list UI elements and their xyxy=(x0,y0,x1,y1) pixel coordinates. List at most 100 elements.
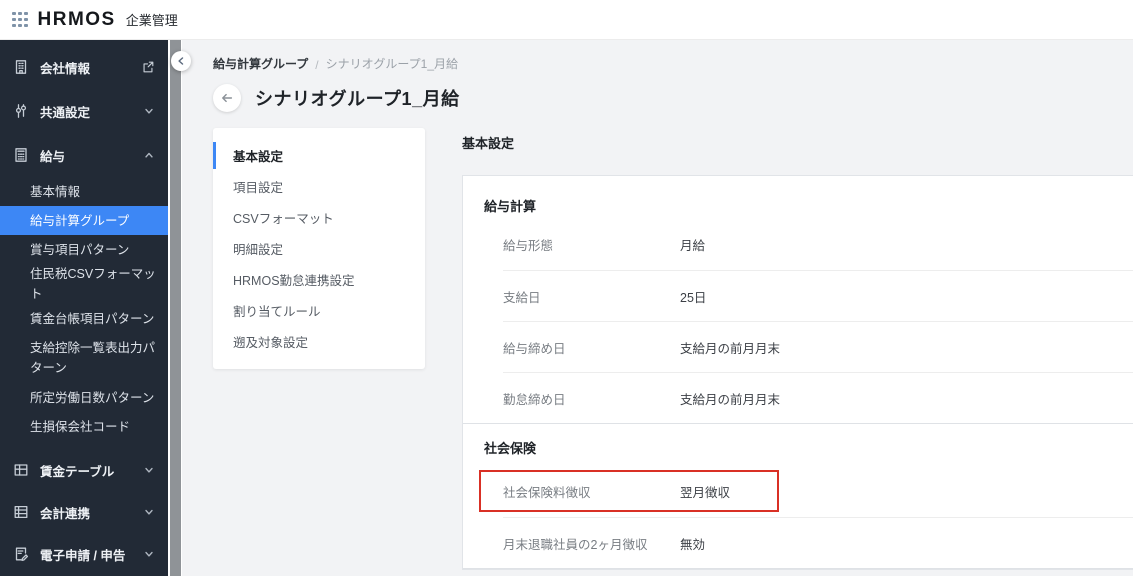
chevron-left-icon xyxy=(178,57,184,65)
detail-row-pay-day: 支給日 25日 xyxy=(503,270,1133,321)
sidebar-subitem-label: 給与計算グループ xyxy=(30,213,130,228)
content-area: 給与計算グループ / シナリオグループ1_月給 シナリオグループ1_月給 基本設… xyxy=(182,40,1133,576)
row-label: 社会保険料徴収 xyxy=(503,486,591,500)
settings-detail-card: 給与計算 給与形態 月給 支給日 25日 給与締め日 支給月の前月月末 勤怠締め… xyxy=(462,175,1133,570)
sidebar-subitem-label: 生損保会社コード xyxy=(30,419,131,434)
tab-assignment-rules[interactable]: 割り当てルール xyxy=(213,295,425,326)
sidebar-item-label: 会計連携 xyxy=(40,506,91,521)
title-row: シナリオグループ1_月給 xyxy=(213,84,1133,112)
app-grid-icon[interactable] xyxy=(12,11,28,28)
building-icon xyxy=(13,59,30,76)
detail-row-attendance-cutoff: 勤怠締め日 支給月の前月月末 xyxy=(503,372,1133,423)
external-link-icon xyxy=(141,60,155,74)
sidebar-subitem-basic-info[interactable]: 基本情報 xyxy=(0,177,168,206)
active-tab-indicator xyxy=(213,142,216,169)
chevron-down-icon xyxy=(143,548,155,560)
tab-csv-format[interactable]: CSVフォーマット xyxy=(213,202,425,233)
row-value: 25日 xyxy=(680,290,707,305)
table-icon xyxy=(13,462,30,479)
breadcrumb-current: シナリオグループ1_月給 xyxy=(325,57,459,71)
ledger-icon xyxy=(13,504,30,521)
sidebar-subitem-label: 所定労働日数パターン xyxy=(30,390,155,405)
detail-row-two-month-collection: 月末退職社員の2ヶ月徴収 無効 xyxy=(503,517,1133,568)
row-label: 給与締め日 xyxy=(503,341,566,356)
row-value: 翌月徴収 xyxy=(680,486,731,500)
sidebar-item-label: 給与 xyxy=(40,149,66,164)
top-header: HRMOS 企業管理 xyxy=(0,0,1133,40)
scrollbar-thumb[interactable] xyxy=(170,40,181,576)
social-insurance-rows: 社会保険料徴収 翌月徴収 月末退職社員の2ヶ月徴収 無効 xyxy=(479,466,1133,568)
hrmos-logo[interactable]: HRMOS xyxy=(38,9,116,31)
subnav-label: HRMOS勤怠連携設定 xyxy=(233,274,355,288)
tab-hrmos-attendance-link[interactable]: HRMOS勤怠連携設定 xyxy=(213,264,425,295)
sidebar-item-label: 会社情報 xyxy=(40,61,91,76)
breadcrumb-separator: / xyxy=(315,58,319,72)
arrow-left-icon xyxy=(222,93,233,103)
sidebar-subitem-resident-tax-csv[interactable]: 住民税CSVフォーマット xyxy=(0,264,168,304)
section-title-payroll-calc: 給与計算 xyxy=(484,199,537,214)
breadcrumb: 給与計算グループ / シナリオグループ1_月給 xyxy=(213,40,1133,72)
row-value: 月給 xyxy=(680,239,706,253)
sidebar-item-company-info[interactable]: 会社情報 xyxy=(0,45,168,89)
tab-item-settings[interactable]: 項目設定 xyxy=(213,171,425,202)
sidebar-subitem-wage-ledger-pattern[interactable]: 賃金台帳項目パターン xyxy=(0,304,168,333)
section-divider xyxy=(463,423,1133,424)
sidebar-item-e-application[interactable]: 電子申請 / 申告 xyxy=(0,533,168,575)
breadcrumb-parent-link[interactable]: 給与計算グループ xyxy=(213,55,308,72)
row-value: 支給月の前月月末 xyxy=(680,392,781,407)
content-scrollbar xyxy=(168,40,182,576)
body-row: 会社情報 共通設定 給与 基本情報 給与計算グループ 賞与項目パターン 住民税C… xyxy=(0,40,1133,576)
row-label: 勤怠締め日 xyxy=(503,392,566,407)
main-panel: 基本設定 給与計算 給与形態 月給 支給日 25日 給与締め日 支給月の前月月末… xyxy=(462,128,1133,570)
payroll-calc-rows: 給与形態 月給 支給日 25日 給与締め日 支給月の前月月末 勤怠締め日 支給月… xyxy=(503,219,1133,423)
sidebar-subitem-label: 基本情報 xyxy=(30,184,81,199)
subnav-label: CSVフォーマット xyxy=(233,212,334,226)
sidebar-subitem-label: 賞与項目パターン xyxy=(30,242,130,257)
row-value: 無効 xyxy=(680,537,706,552)
sidebar-subitem-payment-deduction-list[interactable]: 支給控除一覧表出力パターン xyxy=(0,333,168,383)
sidebar-subitem-label: 支給控除一覧表出力パターン xyxy=(30,341,156,375)
subnav-label: 項目設定 xyxy=(233,181,284,195)
app-window: HRMOS 企業管理 会社情報 共通設定 給与 基本情報 給与計算グループ 賞与… xyxy=(0,0,1133,576)
subnav-label: 遡及対象設定 xyxy=(233,336,309,350)
sidebar-subitem-bonus-item-pattern[interactable]: 賞与項目パターン xyxy=(0,235,168,264)
sidebar-item-wage-table[interactable]: 賃金テーブル xyxy=(0,449,168,491)
detail-row-payroll-cutoff: 給与締め日 支給月の前月月末 xyxy=(503,321,1133,372)
sidebar: 会社情報 共通設定 給与 基本情報 給与計算グループ 賞与項目パターン 住民税C… xyxy=(0,40,168,576)
sidebar-item-label: 電子申請 / 申告 xyxy=(40,548,126,563)
sidebar-subitem-label: 賃金台帳項目パターン xyxy=(30,311,155,326)
back-button[interactable] xyxy=(213,84,241,112)
content-columns: 基本設定 項目設定 CSVフォーマット 明細設定 HRMOS勤怠連携設定 割り当… xyxy=(213,128,1133,570)
section-title-social-insurance: 社会保険 xyxy=(484,441,537,456)
tab-retroactive-settings[interactable]: 遡及対象設定 xyxy=(213,326,425,357)
sidebar-item-label: 共通設定 xyxy=(40,105,91,120)
subnav-label: 明細設定 xyxy=(233,243,284,257)
sidebar-subitem-insurance-company-code[interactable]: 生損保会社コード xyxy=(0,412,168,441)
detail-row-pay-type: 給与形態 月給 xyxy=(503,219,1133,270)
row-value: 支給月の前月月末 xyxy=(680,341,781,356)
row-label: 支給日 xyxy=(503,290,541,305)
detail-row-insurance-collection: 社会保険料徴収 翌月徴収 xyxy=(479,466,1133,517)
subnav-label: 基本設定 xyxy=(233,150,284,164)
sidebar-subitem-payroll-calc-group[interactable]: 給与計算グループ xyxy=(0,206,168,235)
tab-basic-settings[interactable]: 基本設定 xyxy=(213,140,425,171)
chevron-down-icon xyxy=(143,105,155,117)
chevron-up-icon xyxy=(143,149,155,161)
sidebar-item-common-settings[interactable]: 共通設定 xyxy=(0,89,168,133)
chevron-down-icon xyxy=(143,464,155,476)
sidebar-item-payroll[interactable]: 給与 xyxy=(0,133,168,177)
app-label: 企業管理 xyxy=(125,13,178,28)
row-label: 給与形態 xyxy=(503,239,554,253)
panel-heading: 基本設定 xyxy=(462,136,515,151)
sidebar-collapse-button[interactable] xyxy=(171,51,191,71)
sidebar-subitem-working-days-pattern[interactable]: 所定労働日数パターン xyxy=(0,383,168,412)
page-title: シナリオグループ1_月給 xyxy=(255,89,460,109)
sidebar-subitem-label: 住民税CSVフォーマット xyxy=(30,267,156,301)
sidebar-item-accounting-link[interactable]: 会計連携 xyxy=(0,491,168,533)
settings-subnav: 基本設定 項目設定 CSVフォーマット 明細設定 HRMOS勤怠連携設定 割り当… xyxy=(213,128,425,369)
document-pen-icon xyxy=(13,546,30,563)
sliders-icon xyxy=(13,103,30,120)
subnav-label: 割り当てルール xyxy=(233,305,321,319)
sidebar-item-label: 賃金テーブル xyxy=(40,464,115,479)
tab-statement-settings[interactable]: 明細設定 xyxy=(213,233,425,264)
